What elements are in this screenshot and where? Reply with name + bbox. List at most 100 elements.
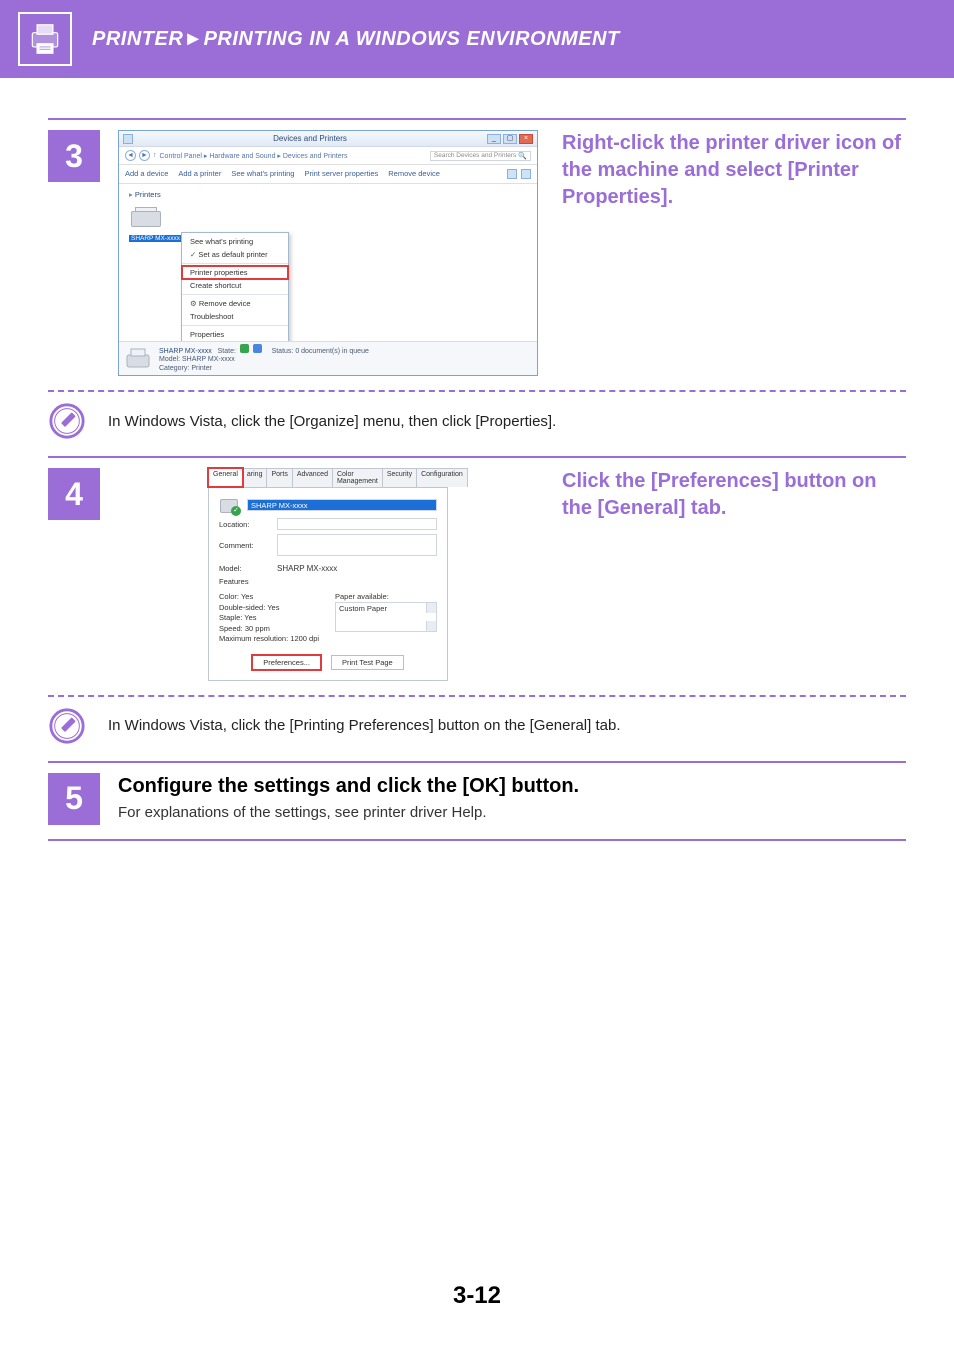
toolbar-print-server-properties[interactable]: Print server properties [304,169,378,179]
nav-up-button[interactable]: ↑ [153,152,157,159]
page-breadcrumb: PRINTER►PRINTING IN A WINDOWS ENVIRONMEN… [92,28,620,51]
window-title: Devices and Printers [273,134,347,143]
printers-section-label: Printers [129,190,527,199]
location-label: Location: [219,520,269,529]
printer-properties-dialog: General aring Ports Advanced Color Manag… [208,468,448,681]
properties-tabstrip: General aring Ports Advanced Color Manag… [208,468,448,487]
status-bar: SHARP MX-xxxx State: Status: 0 document(… [119,341,537,375]
step-5-heading: Configure the settings and click the [OK… [118,773,906,800]
status-ok-icon [240,344,249,353]
note-pencil-icon [48,707,86,745]
nav-forward-button[interactable]: ► [139,150,150,161]
nav-back-button[interactable]: ◄ [125,150,136,161]
tab-advanced[interactable]: Advanced [292,468,333,487]
devices-and-printers-window: Devices and Printers _ ▢ × ◄ ► ↑ [118,130,538,376]
menu-see-whats-printing[interactable]: See what's printing [182,235,288,248]
printer-name-field[interactable]: SHARP MX-xxxx [247,499,437,511]
step-5-subtext: For explanations of the settings, see pr… [118,804,906,821]
dashed-divider [48,695,906,697]
tab-sharing[interactable]: aring [242,468,268,487]
status-model-label: Model: [159,356,180,363]
menu-printer-properties[interactable]: Printer properties [182,266,288,279]
page-number: 3-12 [0,1282,954,1310]
address-bar-row: ◄ ► ↑ Control Panel ▸ Hardware and Sound… [119,147,537,165]
menu-separator [182,325,288,326]
search-box[interactable]: Search Devices and Printers 🔍 [430,151,531,161]
breadcrumb-path[interactable]: Control Panel ▸ Hardware and Sound ▸ Dev… [160,152,348,160]
status-queue-label: Status: [272,348,294,355]
toolbar-see-whats-printing[interactable]: See what's printing [231,169,294,179]
step-4-heading: Click the [Preferences] button on the [G… [562,468,906,522]
status-model-value: SHARP MX-xxxx [182,356,235,363]
menu-set-default[interactable]: Set as default printer [182,248,288,261]
tab-general[interactable]: General [208,468,243,487]
menu-properties[interactable]: Properties [182,328,288,341]
close-button[interactable]: × [519,134,533,144]
status-category-value: Printer [191,365,212,372]
step-4-number: 4 [48,468,100,520]
step-5-number: 5 [48,773,100,825]
comment-input[interactable] [277,534,437,556]
features-list: Color: Yes Double-sided: Yes Staple: Yes… [219,592,321,645]
step-4-screenshot-col: General aring Ports Advanced Color Manag… [118,468,538,681]
dashed-divider [48,390,906,392]
status-default-icon [253,344,262,353]
feature-staple: Staple: Yes [219,613,321,624]
help-icon[interactable] [521,169,531,179]
step-3-number: 3 [48,130,100,182]
content-area: 3 Devices and Printers _ ▢ × [0,78,954,841]
dialog-printer-icon: ✓ [219,496,239,514]
menu-create-shortcut[interactable]: Create shortcut [182,279,288,292]
feature-double-sided: Double-sided: Yes [219,603,321,614]
window-icon [123,134,133,144]
tab-configuration[interactable]: Configuration [416,468,468,487]
step-4-block: 4 General aring Ports Advanced Color Man… [48,456,906,745]
note-pencil-icon [48,402,86,440]
status-state-label: State: [218,348,236,355]
menu-remove-device[interactable]: Remove device [182,297,288,310]
preferences-button[interactable]: Preferences... [252,655,321,670]
feature-speed: Speed: 30 ppm [219,624,321,635]
printer-section-icon [18,12,72,66]
feature-color: Color: Yes [219,592,321,603]
location-input[interactable] [277,518,437,530]
toolbar-remove-device[interactable]: Remove device [388,169,440,179]
paper-available-list[interactable]: Custom Paper [335,602,437,632]
toolbar-add-device[interactable]: Add a device [125,169,168,179]
tab-color-management[interactable]: Color Management [332,468,383,487]
menu-separator [182,263,288,264]
printer-device-icon[interactable] [129,203,163,233]
features-label: Features [219,577,437,586]
status-category-label: Category: [159,365,189,372]
search-icon: 🔍 [518,152,527,160]
printer-device-name: SHARP MX-xxxx [129,235,182,242]
menu-troubleshoot[interactable]: Troubleshoot [182,310,288,323]
model-label: Model: [219,564,269,573]
printer-context-menu: See what's printing Set as default print… [181,232,289,344]
paper-item: Custom Paper [339,604,387,613]
step-3-screenshot-col: Devices and Printers _ ▢ × ◄ ► ↑ [118,130,538,376]
step-3-heading: Right-click the printer driver icon of t… [562,130,906,211]
comment-label: Comment: [219,541,269,550]
paper-available-label: Paper available: [335,592,437,601]
scroll-down-icon[interactable] [426,621,436,631]
maximize-button[interactable]: ▢ [503,134,517,144]
step-4-note-text: In Windows Vista, click the [Printing Pr… [108,717,621,734]
feature-max-resolution: Maximum resolution: 1200 dpi [219,634,321,645]
minimize-button[interactable]: _ [487,134,501,144]
step-3-note-row: In Windows Vista, click the [Organize] m… [48,402,906,440]
print-test-page-button[interactable]: Print Test Page [331,655,404,670]
tab-ports[interactable]: Ports [266,468,292,487]
toolbar-add-printer[interactable]: Add a printer [178,169,221,179]
general-tab-panel: ✓ SHARP MX-xxxx Location: Comment: [208,487,448,681]
step-3-note-text: In Windows Vista, click the [Organize] m… [108,413,556,430]
scroll-up-icon[interactable] [426,603,436,613]
model-value: SHARP MX-xxxx [277,564,337,573]
tab-security[interactable]: Security [382,468,417,487]
status-queue-value: 0 document(s) in queue [295,348,369,355]
view-icon[interactable] [507,169,517,179]
step-5-block: 5 Configure the settings and click the [… [48,761,906,841]
menu-separator [182,294,288,295]
toolbar: Add a device Add a printer See what's pr… [119,165,537,184]
step-3-block: 3 Devices and Printers _ ▢ × [48,118,906,440]
